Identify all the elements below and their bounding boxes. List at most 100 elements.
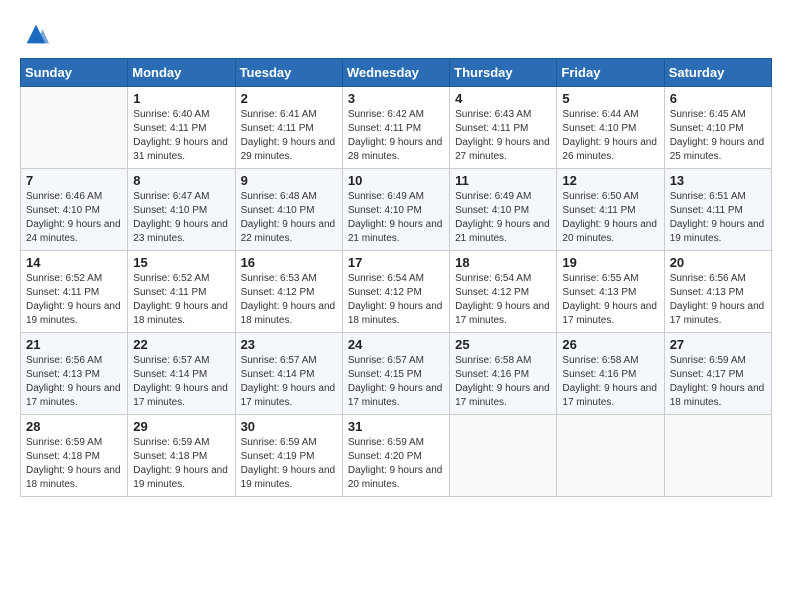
day-info: Sunrise: 6:42 AMSunset: 4:11 PMDaylight:…: [348, 108, 444, 164]
calendar-cell: 14 Sunrise: 6:52 AMSunset: 4:11 PMDayligh…: [21, 251, 128, 333]
day-info: Sunrise: 6:50 AMSunset: 4:11 PMDaylight:…: [562, 190, 658, 246]
day-info: Sunrise: 6:57 AMSunset: 4:14 PMDaylight:…: [133, 354, 229, 410]
day-number: 13: [670, 173, 766, 188]
calendar-cell: 9 Sunrise: 6:48 AMSunset: 4:10 PMDaylight…: [235, 169, 342, 251]
day-info: Sunrise: 6:49 AMSunset: 4:10 PMDaylight:…: [455, 190, 551, 246]
calendar-cell: [664, 415, 771, 497]
day-info: Sunrise: 6:40 AMSunset: 4:11 PMDaylight:…: [133, 108, 229, 164]
calendar-cell: 2 Sunrise: 6:41 AMSunset: 4:11 PMDaylight…: [235, 87, 342, 169]
day-number: 1: [133, 91, 229, 106]
calendar-cell: 25 Sunrise: 6:58 AMSunset: 4:16 PMDayligh…: [450, 333, 557, 415]
calendar-week-row: 7 Sunrise: 6:46 AMSunset: 4:10 PMDaylight…: [21, 169, 772, 251]
calendar-cell: 18 Sunrise: 6:54 AMSunset: 4:12 PMDayligh…: [450, 251, 557, 333]
day-info: Sunrise: 6:54 AMSunset: 4:12 PMDaylight:…: [348, 272, 444, 328]
calendar-cell: 4Sunrise: 6:43 AMSunset: 4:11 PMDaylight…: [450, 87, 557, 169]
day-number: 6: [670, 91, 766, 106]
day-number: 26: [562, 337, 658, 352]
day-number: 25: [455, 337, 551, 352]
day-number: 28: [26, 419, 122, 434]
day-number: 2: [241, 91, 337, 106]
calendar-cell: [450, 415, 557, 497]
day-info: Sunrise: 6:51 AMSunset: 4:11 PMDaylight:…: [670, 190, 766, 246]
day-number: 14: [26, 255, 122, 270]
calendar-cell: 3 Sunrise: 6:42 AMSunset: 4:11 PMDaylight…: [342, 87, 449, 169]
calendar-cell: 24 Sunrise: 6:57 AMSunset: 4:15 PMDayligh…: [342, 333, 449, 415]
calendar-cell: 5Sunrise: 6:44 AMSunset: 4:10 PMDaylight…: [557, 87, 664, 169]
day-info: Sunrise: 6:56 AMSunset: 4:13 PMDaylight:…: [26, 354, 122, 410]
calendar-table: SundayMondayTuesdayWednesdayThursdayFrid…: [20, 58, 772, 497]
day-number: 8: [133, 173, 229, 188]
calendar-week-row: 1 Sunrise: 6:40 AMSunset: 4:11 PMDaylight…: [21, 87, 772, 169]
day-info: Sunrise: 6:46 AMSunset: 4:10 PMDaylight:…: [26, 190, 122, 246]
calendar-cell: 20Sunrise: 6:56 AMSunset: 4:13 PMDayligh…: [664, 251, 771, 333]
day-info: Sunrise: 6:49 AMSunset: 4:10 PMDaylight:…: [348, 190, 444, 246]
day-info: Sunrise: 6:54 AMSunset: 4:12 PMDaylight:…: [455, 272, 551, 328]
calendar-cell: 13 Sunrise: 6:51 AMSunset: 4:11 PMDayligh…: [664, 169, 771, 251]
calendar-week-row: 14 Sunrise: 6:52 AMSunset: 4:11 PMDayligh…: [21, 251, 772, 333]
calendar-cell: 21 Sunrise: 6:56 AMSunset: 4:13 PMDayligh…: [21, 333, 128, 415]
day-number: 5: [562, 91, 658, 106]
day-number: 24: [348, 337, 444, 352]
calendar-cell: 1 Sunrise: 6:40 AMSunset: 4:11 PMDaylight…: [128, 87, 235, 169]
day-number: 19: [562, 255, 658, 270]
day-header-tuesday: Tuesday: [235, 59, 342, 87]
calendar-cell: 17 Sunrise: 6:54 AMSunset: 4:12 PMDayligh…: [342, 251, 449, 333]
calendar-cell: 23Sunrise: 6:57 AMSunset: 4:14 PMDayligh…: [235, 333, 342, 415]
calendar-header-row: SundayMondayTuesdayWednesdayThursdayFrid…: [21, 59, 772, 87]
day-number: 4: [455, 91, 551, 106]
day-info: Sunrise: 6:58 AMSunset: 4:16 PMDaylight:…: [562, 354, 658, 410]
calendar-cell: 12 Sunrise: 6:50 AMSunset: 4:11 PMDayligh…: [557, 169, 664, 251]
calendar-cell: 6 Sunrise: 6:45 AMSunset: 4:10 PMDaylight…: [664, 87, 771, 169]
day-number: 21: [26, 337, 122, 352]
calendar-cell: 27Sunrise: 6:59 AMSunset: 4:17 PMDayligh…: [664, 333, 771, 415]
calendar-cell: 8 Sunrise: 6:47 AMSunset: 4:10 PMDaylight…: [128, 169, 235, 251]
day-info: Sunrise: 6:45 AMSunset: 4:10 PMDaylight:…: [670, 108, 766, 164]
calendar-cell: 22 Sunrise: 6:57 AMSunset: 4:14 PMDayligh…: [128, 333, 235, 415]
calendar-cell: 29Sunrise: 6:59 AMSunset: 4:18 PMDayligh…: [128, 415, 235, 497]
calendar-week-row: 28 Sunrise: 6:59 AMSunset: 4:18 PMDayligh…: [21, 415, 772, 497]
day-info: Sunrise: 6:57 AMSunset: 4:14 PMDaylight:…: [241, 354, 337, 410]
day-number: 22: [133, 337, 229, 352]
day-header-thursday: Thursday: [450, 59, 557, 87]
day-info: Sunrise: 6:52 AMSunset: 4:11 PMDaylight:…: [26, 272, 122, 328]
page-header: [20, 20, 772, 48]
day-number: 17: [348, 255, 444, 270]
day-number: 9: [241, 173, 337, 188]
calendar-cell: 7 Sunrise: 6:46 AMSunset: 4:10 PMDaylight…: [21, 169, 128, 251]
day-number: 31: [348, 419, 444, 434]
calendar-cell: 10 Sunrise: 6:49 AMSunset: 4:10 PMDayligh…: [342, 169, 449, 251]
day-info: Sunrise: 6:59 AMSunset: 4:18 PMDaylight:…: [133, 436, 229, 492]
day-info: Sunrise: 6:58 AMSunset: 4:16 PMDaylight:…: [455, 354, 551, 410]
day-header-saturday: Saturday: [664, 59, 771, 87]
calendar-cell: 19Sunrise: 6:55 AMSunset: 4:13 PMDayligh…: [557, 251, 664, 333]
calendar-cell: 30Sunrise: 6:59 AMSunset: 4:19 PMDayligh…: [235, 415, 342, 497]
calendar-cell: 31Sunrise: 6:59 AMSunset: 4:20 PMDayligh…: [342, 415, 449, 497]
day-number: 3: [348, 91, 444, 106]
calendar-cell: [557, 415, 664, 497]
day-header-monday: Monday: [128, 59, 235, 87]
day-header-wednesday: Wednesday: [342, 59, 449, 87]
day-info: Sunrise: 6:57 AMSunset: 4:15 PMDaylight:…: [348, 354, 444, 410]
calendar-cell: 11 Sunrise: 6:49 AMSunset: 4:10 PMDayligh…: [450, 169, 557, 251]
day-number: 15: [133, 255, 229, 270]
day-header-sunday: Sunday: [21, 59, 128, 87]
calendar-cell: 16Sunrise: 6:53 AMSunset: 4:12 PMDayligh…: [235, 251, 342, 333]
day-number: 10: [348, 173, 444, 188]
day-number: 18: [455, 255, 551, 270]
day-info: Sunrise: 6:59 AMSunset: 4:18 PMDaylight:…: [26, 436, 122, 492]
day-info: Sunrise: 6:53 AMSunset: 4:12 PMDaylight:…: [241, 272, 337, 328]
day-header-friday: Friday: [557, 59, 664, 87]
day-info: Sunrise: 6:59 AMSunset: 4:19 PMDaylight:…: [241, 436, 337, 492]
calendar-cell: 15Sunrise: 6:52 AMSunset: 4:11 PMDayligh…: [128, 251, 235, 333]
calendar-cell: [21, 87, 128, 169]
day-info: Sunrise: 6:48 AMSunset: 4:10 PMDaylight:…: [241, 190, 337, 246]
day-number: 12: [562, 173, 658, 188]
day-info: Sunrise: 6:59 AMSunset: 4:17 PMDaylight:…: [670, 354, 766, 410]
day-number: 11: [455, 173, 551, 188]
day-info: Sunrise: 6:47 AMSunset: 4:10 PMDaylight:…: [133, 190, 229, 246]
logo-icon: [22, 20, 50, 48]
day-info: Sunrise: 6:41 AMSunset: 4:11 PMDaylight:…: [241, 108, 337, 164]
day-number: 7: [26, 173, 122, 188]
calendar-week-row: 21 Sunrise: 6:56 AMSunset: 4:13 PMDayligh…: [21, 333, 772, 415]
calendar-cell: 26 Sunrise: 6:58 AMSunset: 4:16 PMDayligh…: [557, 333, 664, 415]
